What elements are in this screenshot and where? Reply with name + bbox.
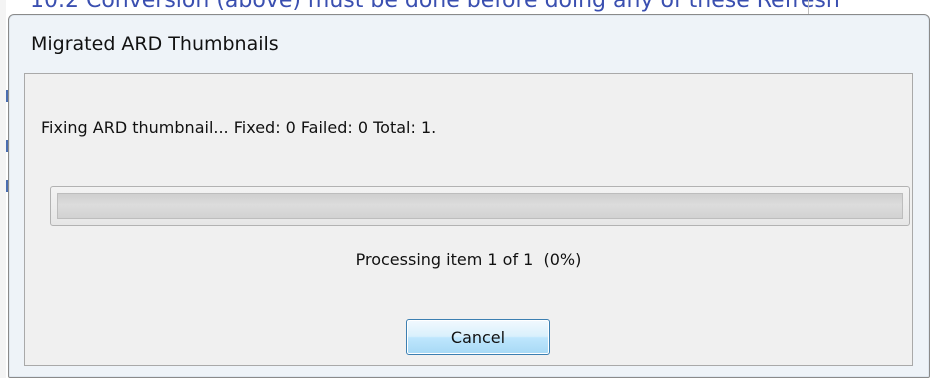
progress-track: [57, 193, 903, 219]
status-text: Fixing ARD thumbnail... Fixed: 0 Failed:…: [41, 118, 437, 137]
dialog-title: Migrated ARD Thumbnails: [31, 33, 279, 55]
dialog-content: Fixing ARD thumbnail... Fixed: 0 Failed:…: [24, 73, 913, 366]
background-divider: [808, 0, 809, 14]
progress-caption: Processing item 1 of 1 (0%): [355, 250, 582, 269]
cancel-button[interactable]: Cancel: [406, 319, 550, 355]
background-window-text: 10.2 Conversion (above) must be done bef…: [30, 0, 840, 13]
progress-dialog: Migrated ARD Thumbnails Fixing ARD thumb…: [8, 14, 930, 378]
dialog-titlebar[interactable]: Migrated ARD Thumbnails: [9, 15, 929, 71]
progress-bar: [50, 186, 910, 226]
